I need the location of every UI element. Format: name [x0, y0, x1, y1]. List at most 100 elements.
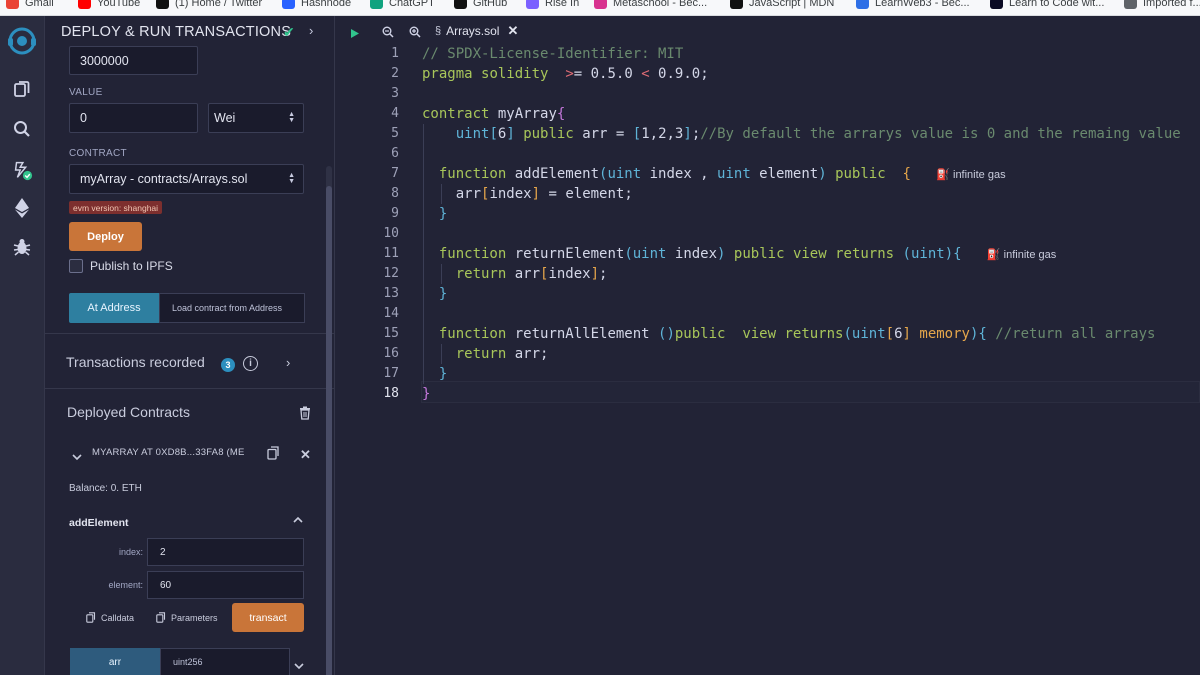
bookmark-mdn[interactable]: JavaScript | MDN	[730, 0, 834, 11]
chevron-right-icon[interactable]: ›	[309, 23, 313, 38]
arr-index-input[interactable]: uint256	[160, 648, 290, 675]
fcc-icon	[990, 0, 1003, 9]
unit-select[interactable]: Wei ▲ ▼	[208, 103, 304, 133]
metaschool-icon	[594, 0, 607, 9]
code-line-9: }	[438, 206, 448, 222]
line-number: 9	[391, 206, 399, 221]
info-icon[interactable]: i	[243, 356, 258, 371]
parameters-label: Parameters	[171, 612, 218, 623]
code-line-8: arr[index] = element;	[422, 186, 633, 202]
bookmark-freecodecamp[interactable]: Learn to Code wit...	[990, 0, 1104, 11]
code-line-1: // SPDX-License-Identifier: MIT	[422, 46, 684, 62]
run-script-icon[interactable]	[350, 26, 360, 44]
app-window: Gmail YouTube (1) Home / Twitter Hashnod…	[0, 0, 1200, 675]
value-input[interactable]: 0	[69, 103, 198, 133]
publish-ipfs-checkbox[interactable]	[69, 259, 83, 273]
calldata-button[interactable]: Calldata	[86, 612, 134, 623]
section-divider	[45, 388, 334, 389]
zoom-in-icon[interactable]	[409, 25, 421, 43]
chevron-down-icon[interactable]	[72, 448, 82, 466]
deploy-run-panel: DEPLOY & RUN TRANSACTIONS ✔ › 3000000 VA…	[45, 16, 335, 675]
close-icon[interactable]: ✕	[300, 447, 311, 463]
risein-icon	[526, 0, 539, 9]
gmail-icon	[6, 0, 19, 9]
current-line-highlight	[421, 381, 1200, 403]
bookmark-chatgpt[interactable]: ChatGPT	[370, 0, 435, 11]
line-number: 13	[383, 286, 399, 301]
debugger-icon[interactable]	[11, 236, 33, 258]
close-tab-icon[interactable]: ✕	[507, 23, 518, 39]
zoom-out-icon[interactable]	[382, 25, 394, 43]
code-line-5: uint[6] public arr = [1,2,3];//By defaul…	[455, 126, 1181, 142]
parameters-button[interactable]: Parameters	[156, 612, 218, 623]
file-explorer-icon[interactable]	[11, 78, 33, 100]
learnweb3-icon	[856, 0, 869, 9]
chevron-up-icon[interactable]	[293, 511, 303, 529]
bookmarks-bar: Gmail YouTube (1) Home / Twitter Hashnod…	[0, 0, 1200, 16]
copy-icon[interactable]	[267, 446, 280, 465]
line-number-current: 18	[383, 386, 399, 401]
bookmark-github[interactable]: GitHub	[454, 0, 507, 11]
calldata-label: Calldata	[101, 612, 135, 623]
line-number: 6	[391, 146, 399, 161]
youtube-icon	[78, 0, 91, 9]
unit-select-value: Wei	[214, 111, 236, 125]
code-line-16: return arr;	[455, 346, 549, 362]
gas-limit-input[interactable]: 3000000	[69, 46, 198, 75]
line-number: 3	[391, 86, 399, 101]
balance-label: Balance: 0. ETH	[69, 483, 142, 494]
code-line-2: pragma solidity >= 0.5.0 < 0.9.0;	[422, 66, 709, 82]
transact-button[interactable]: transact	[232, 603, 304, 632]
line-number: 2	[391, 66, 399, 81]
arr-call-button[interactable]: arr	[70, 648, 160, 675]
line-number: 15	[383, 326, 399, 341]
code-line-17: }	[438, 366, 448, 382]
line-number: 17	[383, 366, 399, 381]
contract-select[interactable]: myArray - contracts/Arrays.sol ▲ ▼	[69, 164, 304, 194]
deploy-run-icon[interactable]	[11, 197, 33, 219]
bookmark-twitter[interactable]: (1) Home / Twitter	[156, 0, 262, 11]
search-icon[interactable]	[11, 118, 33, 140]
contract-select-value: myArray - contracts/Arrays.sol	[80, 172, 248, 186]
line-number: 8	[391, 186, 399, 201]
code-line-13: }	[438, 286, 448, 302]
line-number: 16	[383, 346, 399, 361]
line-number: 4	[391, 106, 399, 121]
line-number: 11	[383, 246, 399, 261]
line-number: 12	[383, 266, 399, 281]
param-input-element[interactable]: 60	[147, 571, 304, 599]
line-number: 7	[391, 166, 399, 181]
bookmark-imported[interactable]: Imported f...	[1124, 0, 1200, 11]
remix-logo-icon[interactable]	[5, 24, 39, 58]
deployed-contracts-label: Deployed Contracts	[67, 404, 190, 420]
tab-label: Arrays.sol	[446, 24, 500, 38]
chevron-down-icon[interactable]	[294, 657, 304, 675]
bookmark-youtube[interactable]: YouTube	[78, 0, 140, 11]
load-contract-address-input[interactable]: Load contract from Address	[159, 293, 305, 323]
bookmark-learnweb3[interactable]: LearnWeb3 - Bec...	[856, 0, 970, 11]
section-divider	[45, 333, 334, 334]
transactions-count-badge: 3	[221, 358, 235, 372]
code-editor[interactable]: 1 2 3 4 5 6 7 8 9 10 11 12 13 14 15 16 1…	[335, 46, 1200, 675]
line-number: 1	[391, 46, 399, 61]
deployed-contract-name[interactable]: MYARRAY AT 0XD8B...33FA8 (ME	[92, 447, 247, 458]
param-label-element: element:	[108, 580, 143, 590]
copy-icon	[156, 612, 166, 623]
bookmark-hashnode[interactable]: Hashnode	[282, 0, 351, 11]
panel-scrollbar-thumb[interactable]	[326, 186, 332, 675]
bookmark-metaschool[interactable]: Metaschool - Bec...	[594, 0, 707, 11]
line-number: 5	[391, 126, 399, 141]
transactions-recorded-label[interactable]: Transactions recorded	[66, 354, 205, 370]
chatgpt-icon	[370, 0, 383, 9]
param-input-index[interactable]: 2	[147, 538, 304, 566]
check-icon: ✔	[283, 24, 295, 40]
solidity-compiler-icon[interactable]	[11, 159, 33, 181]
chevron-right-icon[interactable]: ›	[286, 355, 290, 370]
bookmark-gmail[interactable]: Gmail	[6, 0, 54, 11]
trash-icon[interactable]	[299, 406, 311, 425]
bookmark-risein[interactable]: Rise In	[526, 0, 579, 11]
tab-arrays-sol[interactable]: § Arrays.sol ✕	[435, 16, 528, 46]
at-address-button[interactable]: At Address	[69, 293, 159, 323]
deploy-button[interactable]: Deploy	[69, 222, 142, 251]
value-label: VALUE	[69, 87, 103, 98]
